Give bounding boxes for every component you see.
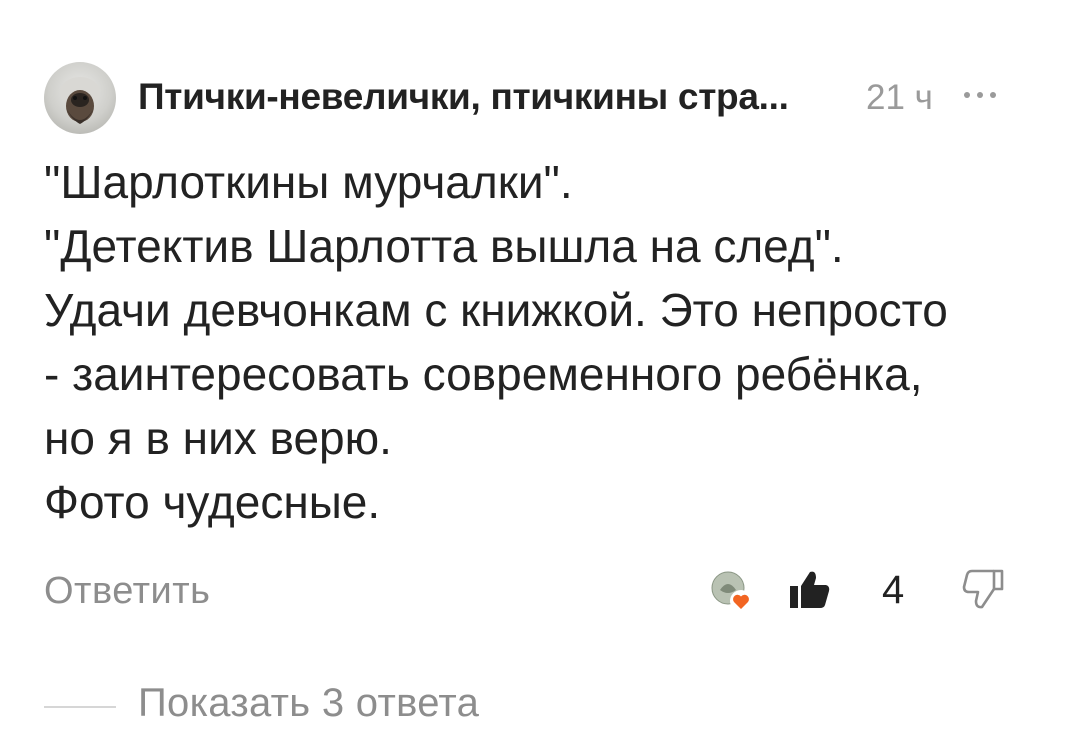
comment-line: - заинтересовать современного ребёнка, <box>44 348 923 400</box>
thumbs-down-icon[interactable] <box>960 566 1006 612</box>
comment-card: Птички-невелички, птичкины стра... 21 ч … <box>0 0 1080 752</box>
reactor-avatar[interactable] <box>710 570 754 614</box>
thumbs-up-icon[interactable] <box>786 566 832 612</box>
comment-line: Фото чудесные. <box>44 476 381 528</box>
comment-line: "Шарлоткины мурчалки". <box>44 156 573 208</box>
comment-line: "Детектив Шарлотта вышла на след". <box>44 220 844 272</box>
more-options-icon[interactable] <box>958 78 1002 108</box>
heart-reaction-icon <box>711 571 752 612</box>
comment-header: Птички-невелички, птичкины стра... 21 ч <box>44 62 1034 134</box>
author-name[interactable]: Птички-невелички, птичкины стра... <box>138 76 789 118</box>
author-avatar[interactable] <box>44 62 116 134</box>
like-count: 4 <box>882 568 905 612</box>
replies-divider <box>44 706 116 708</box>
show-replies-button[interactable]: Показать 3 ответа <box>138 681 479 726</box>
comment-timestamp: 21 ч <box>866 78 933 117</box>
bird-photo-icon <box>60 77 100 124</box>
comment-line: но я в них верю. <box>44 412 392 464</box>
reply-button[interactable]: Ответить <box>44 570 210 613</box>
comment-line: Удачи девчонкам с книжкой. Это непросто <box>44 284 948 336</box>
comment-body: "Шарлоткины мурчалки". "Детектив Шарлотт… <box>44 150 1044 534</box>
